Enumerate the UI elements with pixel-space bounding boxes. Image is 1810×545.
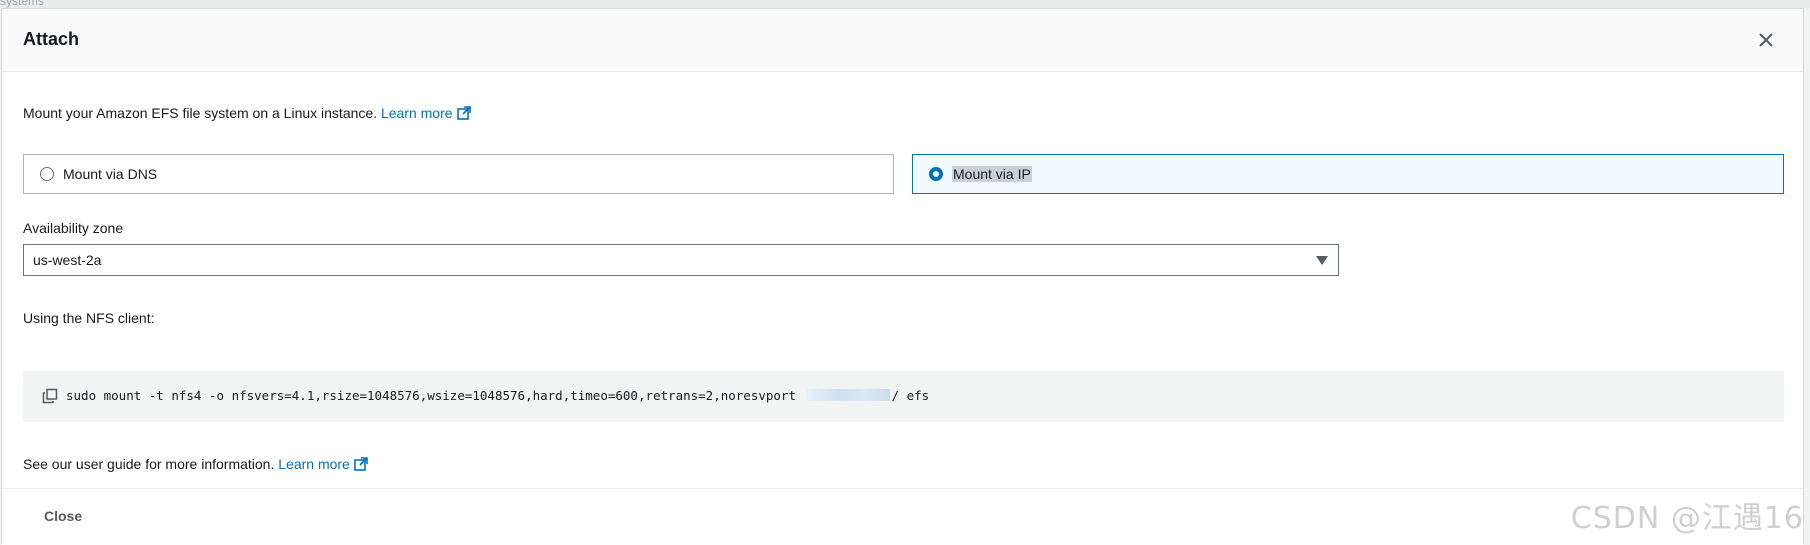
mount-via-dns-label: Mount via DNS bbox=[63, 166, 158, 182]
chevron-down-icon bbox=[1316, 256, 1328, 265]
backdrop-page: systems bbox=[0, 0, 1810, 8]
mount-command-prefix: sudo mount -t nfs4 -o nfsvers=4.1,rsize=… bbox=[66, 388, 796, 403]
mount-via-ip-label: Mount via IP bbox=[952, 166, 1032, 182]
availability-zone-select[interactable]: us-west-2a bbox=[23, 244, 1339, 276]
availability-zone-label: Availability zone bbox=[23, 220, 124, 236]
mount-via-dns-radio[interactable] bbox=[40, 167, 54, 181]
intro-text: Mount your Amazon EFS file system on a L… bbox=[23, 105, 378, 121]
guide-text-row: See our user guide for more information.… bbox=[23, 456, 368, 474]
external-link-icon bbox=[456, 106, 471, 123]
guide-text: See our user guide for more information. bbox=[23, 456, 275, 472]
external-link-icon bbox=[354, 457, 368, 474]
mount-via-ip-tile[interactable]: Mount via IP bbox=[912, 154, 1784, 194]
mount-via-dns-tile[interactable]: Mount via DNS bbox=[23, 154, 894, 194]
redacted-ip-address bbox=[805, 389, 890, 401]
guide-learn-more-link[interactable]: Learn more bbox=[278, 456, 368, 472]
guide-learn-more-label: Learn more bbox=[278, 456, 350, 472]
copy-icon[interactable] bbox=[42, 388, 58, 404]
intro-learn-more-link[interactable]: Learn more bbox=[381, 105, 471, 121]
modal-footer: Close bbox=[2, 488, 1803, 545]
mount-command-box: sudo mount -t nfs4 -o nfsvers=4.1,rsize=… bbox=[23, 371, 1784, 422]
mount-via-ip-radio[interactable] bbox=[929, 167, 943, 181]
close-button[interactable]: Close bbox=[44, 508, 82, 524]
watermark: CSDN @江遇16 bbox=[1570, 501, 1804, 536]
mount-command-suffix: / efs bbox=[891, 388, 930, 403]
intro-text-row: Mount your Amazon EFS file system on a L… bbox=[23, 105, 471, 123]
attach-modal: Attach Mount your Amazon EFS file system… bbox=[1, 8, 1804, 545]
modal-header: Attach bbox=[2, 9, 1803, 72]
mount-command-text: sudo mount -t nfs4 -o nfsvers=4.1,rsize=… bbox=[66, 388, 929, 403]
modal-title: Attach bbox=[23, 29, 80, 49]
backdrop-partial-text: systems bbox=[0, 0, 45, 8]
close-icon[interactable] bbox=[1755, 29, 1777, 51]
nfs-client-label: Using the NFS client: bbox=[23, 310, 155, 326]
intro-learn-more-label: Learn more bbox=[380, 105, 453, 121]
availability-zone-value: us-west-2a bbox=[33, 252, 102, 268]
